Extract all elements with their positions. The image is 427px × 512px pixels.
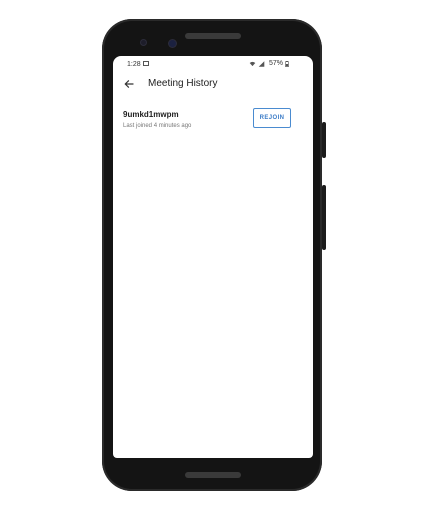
signal-icon [258, 60, 265, 67]
bottom-speaker [185, 472, 241, 478]
volume-button [322, 185, 326, 250]
page-title: Meeting History [148, 78, 218, 89]
status-time: 1:28 [127, 61, 141, 68]
wifi-icon [249, 61, 256, 66]
front-camera [169, 40, 176, 47]
arrow-left-icon[interactable] [123, 78, 135, 90]
meeting-code: 9umkd1mwpm [123, 110, 179, 119]
app-screen: 1:28 57% Meeting History 9umkd1mwpm Last… [113, 56, 313, 458]
app-bar: Meeting History [113, 74, 313, 96]
status-bar: 1:28 57% [113, 56, 313, 74]
status-icons: 57% [249, 60, 289, 67]
image-icon [143, 61, 149, 66]
battery-percent: 57% [268, 60, 283, 67]
rejoin-button[interactable]: REJOIN [253, 108, 291, 128]
front-sensor [141, 40, 146, 45]
device-stage: 1:28 57% Meeting History 9umkd1mwpm Last… [0, 0, 427, 512]
meeting-last-joined: Last joined 4 minutes ago [123, 123, 192, 129]
power-button [322, 122, 326, 158]
battery-icon [285, 60, 289, 67]
list-item: 9umkd1mwpm Last joined 4 minutes ago REJ… [113, 106, 313, 138]
top-speaker [185, 33, 241, 39]
